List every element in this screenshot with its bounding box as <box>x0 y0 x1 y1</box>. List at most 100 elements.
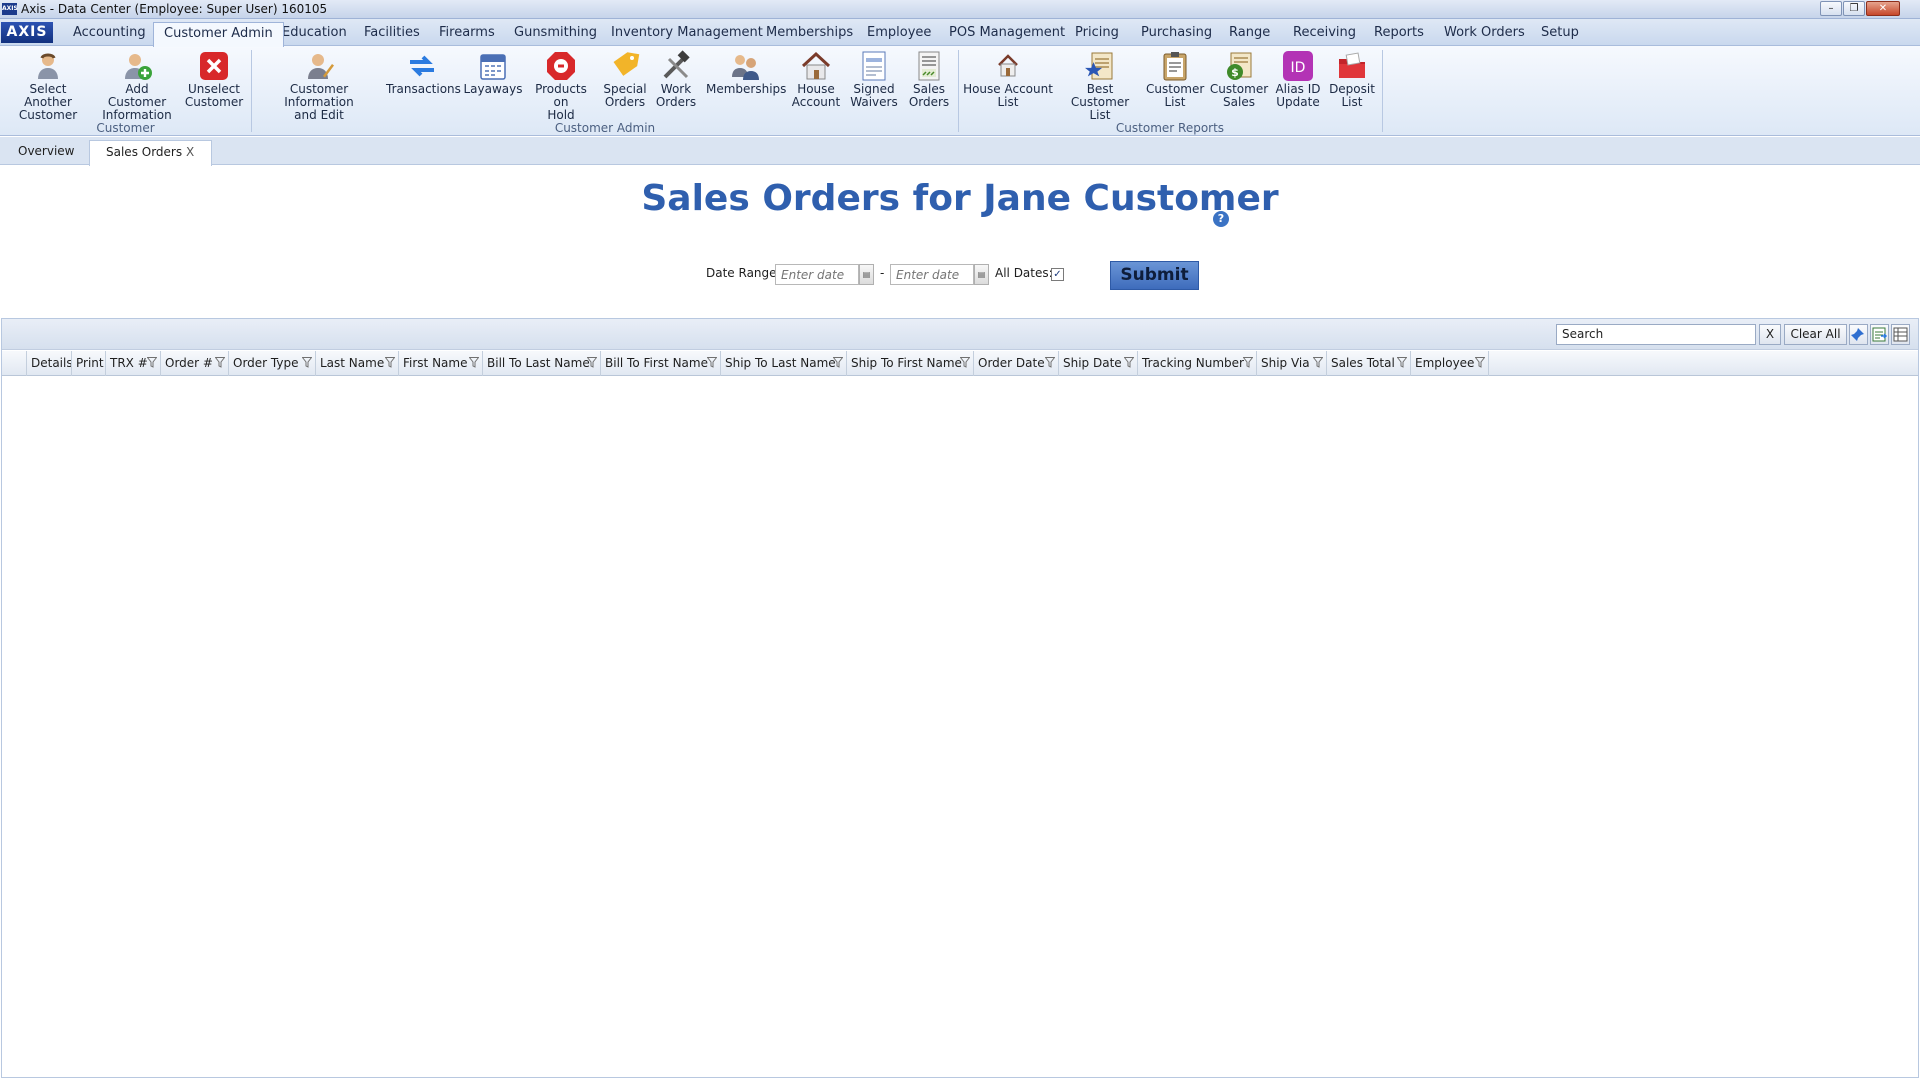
house-account-button[interactable]: House Account <box>788 48 844 118</box>
select-another-customer-button[interactable]: Select Another Customer <box>4 48 92 122</box>
unselect-customer-button[interactable]: Unselect Customer <box>182 48 246 118</box>
filter-funnel-icon[interactable] <box>1475 357 1485 368</box>
house-account-list-button[interactable]: House Account List <box>962 48 1054 118</box>
column-header-employee[interactable]: Employee <box>1411 351 1489 376</box>
products-on-hold-button[interactable]: Products on Hold <box>526 48 596 122</box>
deposit-list-button[interactable]: Deposit List <box>1326 48 1378 118</box>
sales-orders-grid <box>1 318 1919 1078</box>
filter-funnel-icon[interactable] <box>707 357 717 368</box>
tab-close-button[interactable]: X <box>186 141 194 163</box>
column-header-bill-to-last-name[interactable]: Bill To Last Name <box>483 351 601 376</box>
transactions-button[interactable]: Transactions <box>386 48 461 118</box>
export-icon[interactable] <box>1870 324 1889 345</box>
grid-search-input[interactable]: Search <box>1556 324 1756 345</box>
column-header-first-name[interactable]: First Name <box>399 351 483 376</box>
column-header-ship-to-last-name[interactable]: Ship To Last Name <box>721 351 847 376</box>
start-date-picker-button[interactable]: ▤ <box>859 264 874 285</box>
add-customer-information-button[interactable]: Add Customer Information <box>96 48 178 122</box>
work-orders-button[interactable]: Work Orders <box>654 48 698 118</box>
menu-accounting[interactable]: Accounting <box>73 23 146 45</box>
column-header-tracking-number[interactable]: Tracking Number <box>1138 351 1257 376</box>
column-header-print[interactable]: Print <box>72 351 106 376</box>
memberships-button[interactable]: Memberships <box>706 48 786 118</box>
house-list-icon <box>992 50 1024 82</box>
column-header-bill-to-first-name[interactable]: Bill To First Name <box>601 351 721 376</box>
menu-facilities[interactable]: Facilities <box>364 23 420 45</box>
column-header-details[interactable]: Details <box>27 351 72 376</box>
filter-funnel-icon[interactable] <box>1124 357 1134 368</box>
menu-work-orders[interactable]: Work Orders <box>1444 23 1525 45</box>
filter-funnel-icon[interactable] <box>302 357 312 368</box>
transactions-arrows-icon <box>406 50 438 82</box>
menu-employee[interactable]: Employee <box>867 23 931 45</box>
menu-pricing[interactable]: Pricing <box>1075 23 1119 45</box>
menu-gunsmithing[interactable]: Gunsmithing <box>514 23 597 45</box>
column-header-order-type[interactable]: Order Type <box>229 351 316 376</box>
filter-funnel-icon[interactable] <box>215 357 225 368</box>
column-header-ship-to-first-name[interactable]: Ship To First Name <box>847 351 974 376</box>
stop-hold-icon <box>545 50 577 82</box>
filter-funnel-icon[interactable] <box>469 357 479 368</box>
menu-range[interactable]: Range <box>1229 23 1270 45</box>
column-header-order-date[interactable]: Order Date <box>974 351 1059 376</box>
pin-icon[interactable] <box>1849 324 1868 345</box>
filter-funnel-icon[interactable] <box>587 357 597 368</box>
end-date-input[interactable] <box>890 264 974 285</box>
menu-receiving[interactable]: Receiving <box>1293 23 1356 45</box>
menu-memberships[interactable]: Memberships <box>766 23 853 45</box>
filter-funnel-icon[interactable] <box>147 357 157 368</box>
all-dates-checkbox[interactable]: ✓ <box>1051 268 1064 281</box>
tab-overview[interactable]: Overview <box>6 140 82 165</box>
svg-text:$: $ <box>1231 66 1239 79</box>
column-header-order-number[interactable]: Order # <box>161 351 229 376</box>
menu-setup[interactable]: Setup <box>1541 23 1579 45</box>
end-date-picker-button[interactable]: ▤ <box>974 264 989 285</box>
filter-funnel-icon[interactable] <box>833 357 843 368</box>
signed-waivers-button[interactable]: Signed Waivers <box>848 48 900 118</box>
tools-icon <box>660 50 692 82</box>
alias-id-update-button[interactable]: ID Alias ID Update <box>1272 48 1324 118</box>
menu-customer-admin[interactable]: Customer Admin <box>153 22 284 47</box>
minimize-button[interactable]: – <box>1820 1 1842 16</box>
column-header-sales-total[interactable]: Sales Total <box>1327 351 1411 376</box>
customer-list-button[interactable]: Customer List <box>1146 48 1204 118</box>
filter-funnel-icon[interactable] <box>960 357 970 368</box>
customer-sales-button[interactable]: $ Customer Sales <box>1208 48 1270 118</box>
customer-information-edit-button[interactable]: Customer Information and Edit <box>256 48 382 122</box>
id-badge-icon: ID <box>1282 50 1314 82</box>
column-header-ship-date[interactable]: Ship Date <box>1059 351 1138 376</box>
sales-orders-button[interactable]: Sales Orders <box>904 48 954 118</box>
filter-funnel-icon[interactable] <box>1243 357 1253 368</box>
special-tag-icon <box>609 50 641 82</box>
menu-inventory-management[interactable]: Inventory Management <box>611 23 763 45</box>
special-orders-button[interactable]: Special Orders <box>600 48 650 118</box>
star-list-icon <box>1084 50 1116 82</box>
menu-firearms[interactable]: Firearms <box>439 23 495 45</box>
columns-icon[interactable] <box>1891 324 1910 345</box>
menu-reports[interactable]: Reports <box>1374 23 1424 45</box>
layaways-button[interactable]: Layaways <box>462 48 524 118</box>
all-dates-label: All Dates: <box>995 266 1053 280</box>
menu-purchasing[interactable]: Purchasing <box>1141 23 1212 45</box>
close-window-button[interactable]: ✕ <box>1866 1 1900 16</box>
help-icon[interactable]: ? <box>1213 211 1229 227</box>
date-range-label: Date Range: <box>706 266 781 280</box>
menu-education[interactable]: Education <box>282 23 347 45</box>
calendar-dropdown-icon: ▤ <box>977 270 986 279</box>
column-header-last-name[interactable]: Last Name <box>316 351 399 376</box>
submit-button[interactable]: Submit <box>1110 261 1199 290</box>
app-logo-icon: AXIS <box>2 3 18 15</box>
column-header-trx[interactable]: TRX # <box>106 351 161 376</box>
menu-pos-management[interactable]: POS Management <box>949 23 1065 45</box>
tab-sales-orders[interactable]: Sales Orders X <box>89 140 212 166</box>
filter-funnel-icon[interactable] <box>385 357 395 368</box>
column-header-ship-via[interactable]: Ship Via <box>1257 351 1327 376</box>
filter-funnel-icon[interactable] <box>1397 357 1407 368</box>
best-customer-list-button[interactable]: Best Customer List <box>1058 48 1142 122</box>
clear-all-button[interactable]: Clear All <box>1784 324 1847 345</box>
filter-funnel-icon[interactable] <box>1045 357 1055 368</box>
start-date-input[interactable] <box>775 264 859 285</box>
filter-funnel-icon[interactable] <box>1313 357 1323 368</box>
restore-button[interactable]: ❐ <box>1843 1 1865 16</box>
clear-search-button[interactable]: X <box>1759 324 1781 345</box>
